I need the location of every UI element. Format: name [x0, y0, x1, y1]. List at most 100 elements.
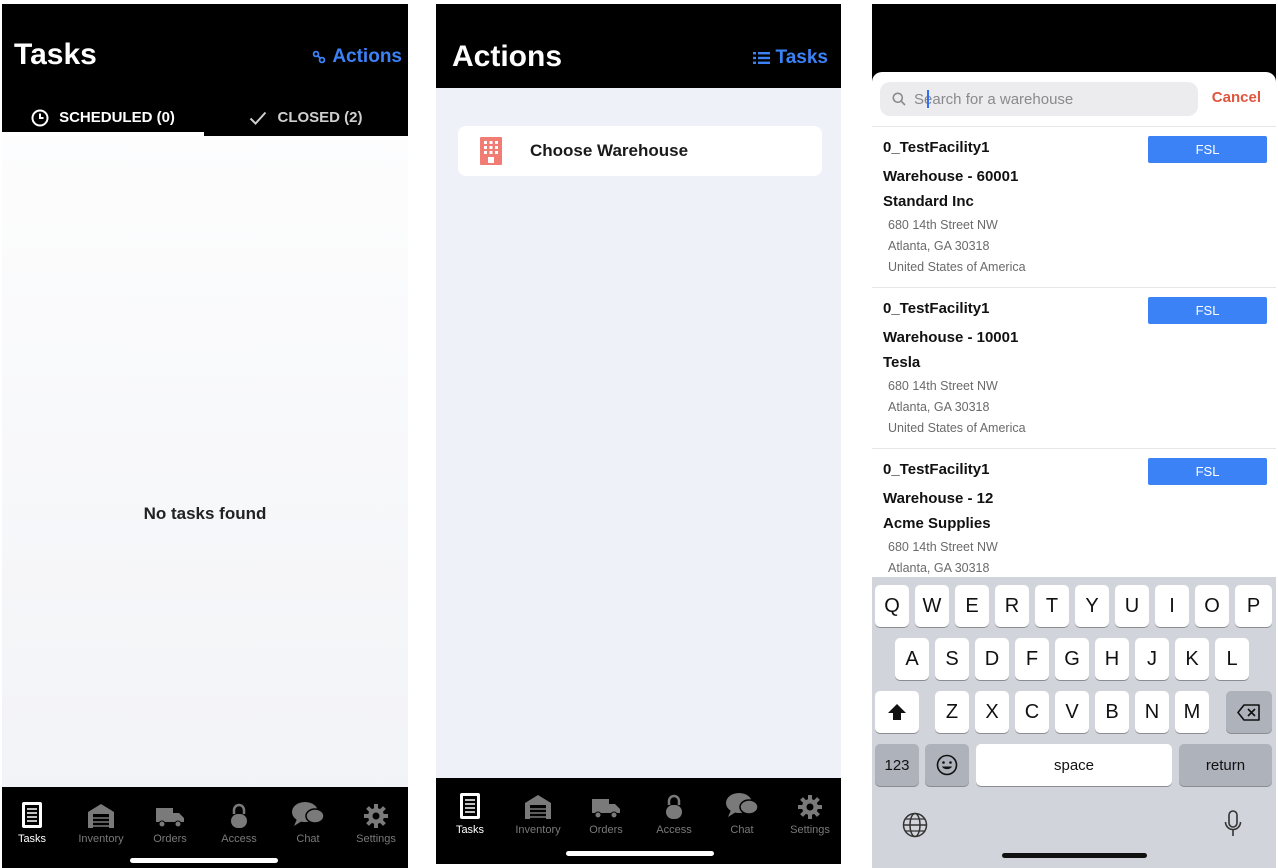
address-line: 680 14th Street NW — [888, 379, 998, 393]
tabbar-item-inventory[interactable]: Inventory — [67, 787, 135, 845]
clock-icon — [31, 109, 49, 126]
warehouse-icon — [88, 804, 114, 828]
bottom-tab-bar: Tasks Inventory Orders Access Chat Setti… — [436, 778, 841, 864]
actions-link[interactable]: Actions — [312, 46, 402, 68]
actions-link-label: Actions — [332, 46, 402, 67]
key-c[interactable]: C — [1015, 691, 1049, 733]
key-w[interactable]: W — [915, 585, 949, 627]
address-line: 680 14th Street NW — [888, 540, 998, 554]
key-y[interactable]: Y — [1075, 585, 1109, 627]
tasks-link[interactable]: Tasks — [752, 47, 828, 69]
facility-name: 0_TestFacility1 — [883, 461, 990, 478]
key-j[interactable]: J — [1135, 638, 1169, 680]
key-p[interactable]: P — [1235, 585, 1272, 627]
key-n[interactable]: N — [1135, 691, 1169, 733]
tab-scheduled-label: SCHEDULED (0) — [59, 109, 175, 126]
lock-icon — [666, 794, 682, 819]
nodes-icon — [313, 50, 326, 64]
company-name: Standard Inc — [883, 193, 974, 210]
emoji-key[interactable] — [925, 744, 969, 786]
fsl-button[interactable]: FSL — [1148, 136, 1267, 163]
key-f[interactable]: F — [1015, 638, 1049, 680]
gear-icon — [798, 795, 822, 819]
tabbar-label: Settings — [790, 824, 830, 836]
selected-tab-indicator — [2, 132, 204, 136]
key-k[interactable]: K — [1175, 638, 1209, 680]
tabbar-item-settings[interactable]: Settings — [776, 778, 841, 836]
microphone-icon[interactable] — [1224, 810, 1242, 838]
search-input[interactable] — [914, 90, 1174, 108]
tabbar-item-inventory[interactable]: Inventory — [504, 778, 572, 836]
tabbar-label: Orders — [153, 833, 187, 845]
tab-closed[interactable]: CLOSED (2) — [204, 99, 408, 136]
key-e[interactable]: E — [955, 585, 989, 627]
emoji-icon — [936, 754, 958, 776]
actions-header: Actions Tasks — [436, 4, 841, 88]
tabbar-label: Access — [221, 833, 257, 845]
cancel-button[interactable]: Cancel — [1212, 89, 1261, 106]
tabbar-item-chat[interactable]: Chat — [708, 778, 776, 836]
key-h[interactable]: H — [1095, 638, 1129, 680]
key-x[interactable]: X — [975, 691, 1009, 733]
list-item[interactable]: 0_TestFacility1 FSL Warehouse - 10001 Te… — [872, 287, 1276, 448]
tab-scheduled[interactable]: SCHEDULED (0) — [2, 99, 204, 136]
tabbar-label: Inventory — [78, 833, 124, 845]
key-m[interactable]: M — [1175, 691, 1209, 733]
tabbar-label: Orders — [589, 824, 623, 836]
key-q[interactable]: Q — [875, 585, 909, 627]
tasks-icon — [460, 793, 480, 819]
tabbar-label: Inventory — [515, 824, 561, 836]
bottom-tab-bar: Tasks Inventory Orders Access Chat Setti… — [2, 787, 408, 868]
fsl-button[interactable]: FSL — [1148, 458, 1267, 485]
key-u[interactable]: U — [1115, 585, 1149, 627]
tabbar-item-settings[interactable]: Settings — [342, 787, 408, 845]
address-line: Atlanta, GA 30318 — [888, 400, 990, 414]
tabbar-item-access[interactable]: Access — [205, 787, 273, 845]
tasks-screen: Tasks Actions SCHEDULED (0) CLOSED (2) N… — [2, 4, 408, 868]
lock-icon — [231, 803, 247, 828]
key-l[interactable]: L — [1215, 638, 1249, 680]
key-a[interactable]: A — [895, 638, 929, 680]
backspace-key[interactable] — [1226, 691, 1272, 733]
home-indicator[interactable] — [566, 851, 714, 856]
tabbar-item-access[interactable]: Access — [640, 778, 708, 836]
key-i[interactable]: I — [1155, 585, 1189, 627]
tabbar-item-chat[interactable]: Chat — [274, 787, 342, 845]
warehouse-picker-sheet: Cancel 0_TestFacility1 FSL Warehouse - 6… — [872, 72, 1276, 868]
search-bar[interactable] — [880, 82, 1198, 116]
numbers-key[interactable]: 123 — [875, 744, 919, 786]
actions-screen: Actions Tasks Choose Warehouse Tasks Inv… — [436, 4, 841, 864]
page-title: Tasks — [14, 38, 97, 71]
key-z[interactable]: Z — [935, 691, 969, 733]
shift-key[interactable] — [875, 691, 919, 733]
key-s[interactable]: S — [935, 638, 969, 680]
address-line: Atlanta, GA 30318 — [888, 561, 990, 575]
key-v[interactable]: V — [1055, 691, 1089, 733]
key-g[interactable]: G — [1055, 638, 1089, 680]
key-b[interactable]: B — [1095, 691, 1129, 733]
choose-warehouse-card[interactable]: Choose Warehouse — [458, 126, 822, 176]
list-item[interactable]: 0_TestFacility1 FSL Warehouse - 60001 St… — [872, 126, 1276, 287]
company-name: Tesla — [883, 354, 921, 371]
checkmark-icon — [250, 111, 267, 125]
key-d[interactable]: D — [975, 638, 1009, 680]
space-key[interactable]: space — [976, 744, 1172, 786]
home-indicator[interactable] — [1002, 853, 1147, 858]
empty-state-message: No tasks found — [143, 504, 267, 523]
return-key[interactable]: return — [1179, 744, 1272, 786]
key-o[interactable]: O — [1195, 585, 1229, 627]
tabbar-item-orders[interactable]: Orders — [136, 787, 204, 845]
chat-icon — [726, 793, 759, 817]
tasks-header: Tasks Actions SCHEDULED (0) CLOSED (2) — [2, 4, 408, 136]
tab-closed-label: CLOSED (2) — [277, 109, 363, 126]
fsl-button[interactable]: FSL — [1148, 297, 1267, 324]
tabbar-item-tasks[interactable]: Tasks — [436, 778, 504, 836]
warehouse-search-screen: Cancel 0_TestFacility1 FSL Warehouse - 6… — [872, 4, 1276, 868]
tabbar-item-orders[interactable]: Orders — [572, 778, 640, 836]
globe-icon[interactable] — [902, 812, 928, 838]
key-r[interactable]: R — [995, 585, 1029, 627]
tabbar-label: Tasks — [455, 824, 485, 836]
home-indicator[interactable] — [130, 858, 278, 863]
key-t[interactable]: T — [1035, 585, 1069, 627]
tabbar-item-tasks[interactable]: Tasks — [2, 787, 66, 845]
